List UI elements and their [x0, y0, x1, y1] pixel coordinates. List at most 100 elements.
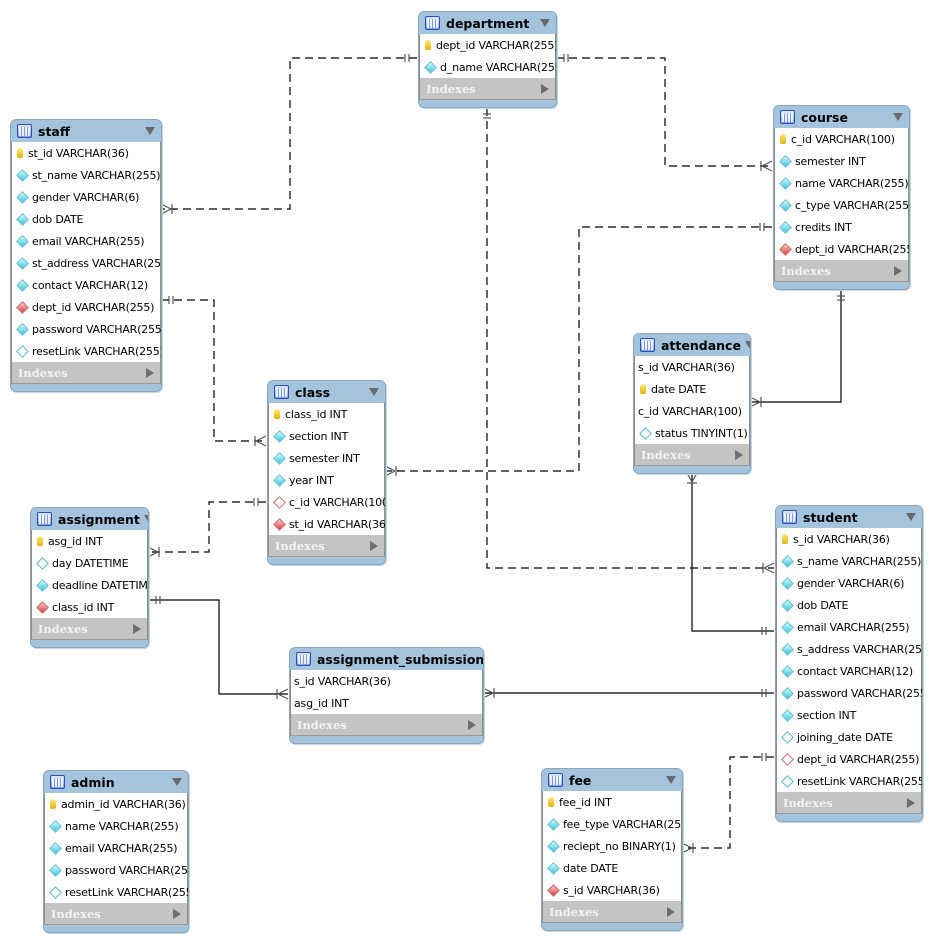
table-admin[interactable]: admin admin_id VARCHAR(36) name VARCHAR(25… [43, 770, 189, 933]
expand-arrow-icon[interactable] [894, 265, 902, 276]
column-row[interactable]: resetLink VARCHAR(255) [45, 881, 188, 903]
column-row[interactable]: name VARCHAR(255) [45, 815, 187, 837]
table-class[interactable]: class class_id INT section INT semester INT… [267, 380, 386, 565]
collapse-triangle-icon[interactable] [172, 778, 182, 786]
column-row[interactable]: contact VARCHAR(12) [12, 274, 160, 296]
indexes-section[interactable]: Indexes [542, 901, 682, 923]
column-row[interactable]: gender VARCHAR(6) [777, 572, 921, 594]
column-row[interactable]: admin_id VARCHAR(36) [45, 793, 187, 815]
column-row[interactable]: c_id VARCHAR(100) [775, 128, 908, 150]
table-course[interactable]: course c_id VARCHAR(100) semester INT name … [773, 105, 910, 290]
collapse-triangle-icon[interactable] [145, 127, 155, 135]
table-header[interactable]: course [774, 106, 909, 128]
column-row[interactable]: email VARCHAR(255) [45, 837, 187, 859]
column-row[interactable]: credits INT [775, 216, 908, 238]
column-row[interactable]: dept_id VARCHAR(255) [12, 296, 160, 318]
collapse-triangle-icon[interactable] [540, 19, 550, 27]
column-row[interactable]: date DATE [543, 857, 681, 879]
table-header[interactable]: assignment [31, 508, 148, 530]
collapse-triangle-icon[interactable] [744, 341, 750, 349]
column-row[interactable]: asg_id INT [291, 692, 482, 714]
expand-arrow-icon[interactable] [133, 623, 141, 634]
column-row[interactable]: email VARCHAR(255) [777, 616, 921, 638]
column-row[interactable]: semester INT [269, 447, 384, 469]
column-row[interactable]: st_address VARCHAR(255) [12, 252, 161, 274]
column-row[interactable]: status TINYINT(1) [635, 422, 749, 444]
column-row[interactable]: dob DATE [12, 208, 160, 230]
column-row[interactable]: joining_date DATE [777, 726, 921, 748]
column-row[interactable]: s_id VARCHAR(36) [777, 528, 921, 550]
column-row[interactable]: s_id VARCHAR(36) [291, 670, 482, 692]
indexes-section[interactable]: Indexes [776, 792, 922, 814]
collapse-triangle-icon[interactable] [369, 388, 379, 396]
column-row[interactable]: resetLink VARCHAR(255) [12, 340, 161, 362]
table-header[interactable]: student [776, 506, 922, 528]
table-header[interactable]: attendance [634, 334, 750, 356]
relationship-line-class-assignment[interactable] [148, 501, 266, 553]
relationship-line-department-staff[interactable] [161, 57, 417, 210]
column-row[interactable]: date DATE [635, 378, 749, 400]
column-row[interactable]: gender VARCHAR(6) [12, 186, 160, 208]
column-row[interactable]: password VARCHAR(255) [777, 682, 922, 704]
column-row[interactable]: s_name VARCHAR(255) [777, 550, 921, 572]
column-row[interactable]: year INT [269, 469, 384, 491]
column-row[interactable]: dept_id VARCHAR(255) [777, 748, 921, 770]
indexes-section[interactable]: Indexes [31, 618, 148, 640]
column-row[interactable]: st_id VARCHAR(36) [12, 142, 160, 164]
column-row[interactable]: c_id VARCHAR(100) [269, 491, 385, 513]
indexes-section[interactable]: Indexes [419, 78, 556, 100]
column-row[interactable]: class_id INT [269, 403, 384, 425]
column-row[interactable]: section INT [269, 425, 384, 447]
indexes-section[interactable]: Indexes [774, 260, 909, 282]
collapse-triangle-icon[interactable] [893, 113, 903, 121]
column-row[interactable]: email VARCHAR(255) [12, 230, 160, 252]
table-fee[interactable]: fee fee_id INT fee_type VARCHAR(255) reciep… [541, 768, 683, 931]
table-staff[interactable]: staff st_id VARCHAR(36) st_name VARCHAR(25… [10, 119, 162, 392]
table-header[interactable]: class [268, 381, 385, 403]
expand-arrow-icon[interactable] [370, 540, 378, 551]
relationship-line-assignment-submission[interactable] [148, 599, 288, 695]
column-row[interactable]: s_id VARCHAR(36) [543, 879, 681, 901]
column-row[interactable]: semester INT [775, 150, 908, 172]
indexes-section[interactable]: Indexes [290, 714, 483, 736]
column-row[interactable]: name VARCHAR(255) [775, 172, 909, 194]
collapse-triangle-icon[interactable] [906, 513, 916, 521]
column-row[interactable]: d_name VARCHAR(255) [420, 56, 556, 78]
expand-arrow-icon[interactable] [468, 719, 476, 730]
column-row[interactable]: deadline DATETIME [32, 574, 148, 596]
relationship-line-staff-class[interactable] [161, 299, 266, 442]
column-row[interactable]: password VARCHAR(255) [45, 859, 188, 881]
table-header[interactable]: staff [11, 120, 161, 142]
column-row[interactable]: s_id VARCHAR(36) [635, 356, 749, 378]
collapse-triangle-icon[interactable] [666, 776, 676, 784]
column-row[interactable]: password VARCHAR(255) [12, 318, 161, 340]
expand-arrow-icon[interactable] [173, 908, 181, 919]
column-row[interactable]: s_address VARCHAR(255) [777, 638, 922, 660]
relationship-line-student-attendance[interactable] [691, 473, 774, 632]
table-header[interactable]: admin [44, 771, 188, 793]
table-assignment[interactable]: assignment asg_id INT day DATETIME deadline… [30, 507, 149, 648]
table-header[interactable]: department [419, 12, 556, 34]
indexes-section[interactable]: Indexes [268, 535, 385, 557]
table-department[interactable]: department dept_id VARCHAR(255) d_name VAR… [418, 11, 557, 108]
indexes-section[interactable]: Indexes [11, 362, 161, 384]
expand-arrow-icon[interactable] [667, 906, 675, 917]
column-row[interactable]: st_id VARCHAR(36) [269, 513, 385, 535]
relationship-line-course-attendance[interactable] [750, 290, 842, 403]
column-row[interactable]: contact VARCHAR(12) [777, 660, 921, 682]
table-attendance[interactable]: attendance s_id VARCHAR(36) date DATE c_id … [633, 333, 751, 474]
column-row[interactable]: resetLink VARCHAR(255) [777, 770, 922, 792]
table-header[interactable]: fee [542, 769, 682, 791]
column-row[interactable]: asg_id INT [32, 530, 147, 552]
expand-arrow-icon[interactable] [907, 797, 915, 808]
relationship-line-student-fee[interactable] [682, 756, 774, 849]
column-row[interactable]: dept_id VARCHAR(255) [775, 238, 909, 260]
column-row[interactable]: fee_type VARCHAR(255) [543, 813, 682, 835]
indexes-section[interactable]: Indexes [44, 903, 188, 925]
expand-arrow-icon[interactable] [735, 449, 743, 460]
relationship-line-department-course[interactable] [556, 57, 772, 167]
column-row[interactable]: dept_id VARCHAR(255) [420, 34, 556, 56]
collapse-triangle-icon[interactable] [143, 515, 148, 523]
column-row[interactable]: c_id VARCHAR(100) [635, 400, 749, 422]
column-row[interactable]: st_name VARCHAR(255) [12, 164, 161, 186]
